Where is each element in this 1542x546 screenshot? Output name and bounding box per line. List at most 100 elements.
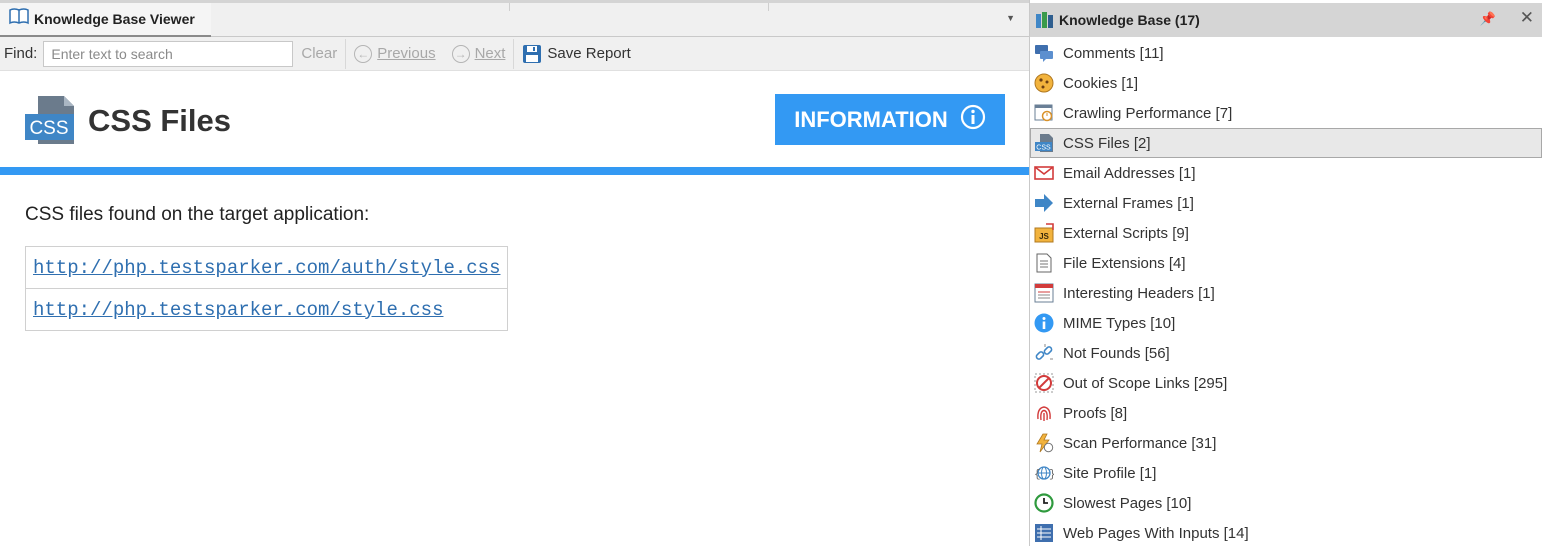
list-item-label: External Frames [1] (1063, 194, 1194, 212)
viewer-tabbar: Knowledge Base Viewer ▼ (0, 0, 1029, 37)
severity-label: INFORMATION (794, 106, 948, 132)
find-label: Find: (4, 45, 38, 62)
list-item-css-files[interactable]: CSS CSS Files [2] (1030, 128, 1542, 158)
list-item-slowest-pages[interactable]: Slowest Pages [10] (1030, 488, 1542, 518)
save-report-label: Save Report (547, 45, 631, 62)
lightning-icon (1033, 432, 1055, 454)
list-item-interesting-headers[interactable]: Interesting Headers [1] (1030, 278, 1542, 308)
form-icon (1033, 522, 1055, 544)
table-row: http://php.testsparker.com/style.css (24, 288, 509, 331)
list-item-label: Comments [11] (1063, 44, 1164, 62)
clear-button[interactable]: Clear (293, 37, 345, 70)
css-icon-text: CSS (29, 118, 68, 139)
table-row: http://php.testsparker.com/auth/style.cs… (24, 246, 509, 289)
books-icon (1035, 11, 1055, 29)
info-circle-icon (960, 104, 986, 136)
previous-button[interactable]: ← Previous (346, 37, 443, 70)
list-item-cookies[interactable]: Cookies [1] (1030, 68, 1542, 98)
list-item-label: Email Addresses [1] (1063, 164, 1196, 182)
list-item-proofs[interactable]: Proofs [8] (1030, 398, 1542, 428)
next-button[interactable]: → Next (444, 37, 514, 70)
css-url-table: http://php.testsparker.com/auth/style.cs… (24, 246, 509, 331)
panel-title: Knowledge Base (17) (1059, 12, 1200, 28)
css-file-icon: CSS (24, 95, 76, 150)
book-icon (9, 8, 29, 30)
tab-title: Knowledge Base Viewer (34, 11, 195, 27)
css-url-link[interactable]: http://php.testsparker.com/style.css (33, 299, 443, 321)
report-header: CSS CSS Files INFORMATION (0, 71, 1029, 167)
svg-text:CSS: CSS (1036, 145, 1051, 152)
arrow-right-icon (1033, 192, 1055, 214)
list-item-mime-types[interactable]: MIME Types [10] (1030, 308, 1542, 338)
list-item-comments[interactable]: Comments [11] (1030, 38, 1542, 68)
panel-header: Knowledge Base (17) 📌 ✕ (1030, 3, 1542, 37)
find-toolbar: Find: Clear ← Previous → Next (0, 37, 1029, 71)
list-item-label: Scan Performance [31] (1063, 434, 1217, 452)
table-cell: http://php.testsparker.com/auth/style.cs… (24, 246, 509, 289)
header-divider (0, 167, 1029, 175)
report-content: CSS files found on the target applicatio… (24, 204, 509, 331)
css-file-icon: CSS (1033, 132, 1055, 154)
previous-label: Previous (377, 45, 436, 62)
list-item-file-extensions[interactable]: File Extensions [4] (1030, 248, 1542, 278)
list-item-scan-performance[interactable]: Scan Performance [31] (1030, 428, 1542, 458)
no-entry-icon (1033, 372, 1055, 394)
svg-text:JS: JS (1039, 232, 1049, 241)
floppy-disk-icon (522, 44, 542, 64)
list-item-site-profile[interactable]: {} Site Profile [1] (1030, 458, 1542, 488)
list-item-email-addresses[interactable]: Email Addresses [1] (1030, 158, 1542, 188)
list-item-label: External Scripts [9] (1063, 224, 1189, 242)
list-item-label: Site Profile [1] (1063, 464, 1157, 482)
page-title: CSS Files (88, 103, 231, 138)
arrow-right-icon: → (451, 44, 470, 63)
list-item-label: Cookies [1] (1063, 74, 1139, 92)
tab-separator (509, 3, 510, 11)
save-report-button[interactable]: Save Report (514, 37, 638, 70)
list-item-web-pages-with-inputs[interactable]: Web Pages With Inputs [14] (1030, 518, 1542, 546)
headers-icon (1033, 282, 1055, 304)
tab-separator (768, 3, 769, 11)
list-item-external-frames[interactable]: External Frames [1] (1030, 188, 1542, 218)
comments-icon (1033, 42, 1055, 64)
fingerprint-icon (1033, 402, 1055, 424)
svg-text:}: } (1049, 469, 1054, 481)
crawling-performance-icon (1033, 102, 1055, 124)
list-item-label: Not Founds [56] (1063, 344, 1170, 362)
list-item-label: Proofs [8] (1063, 404, 1128, 422)
svg-text:{: { (1034, 469, 1041, 481)
css-url-link[interactable]: http://php.testsparker.com/auth/style.cs… (33, 257, 500, 279)
list-item-crawling-performance[interactable]: Crawling Performance [7] (1030, 98, 1542, 128)
list-item-label: Out of Scope Links [295] (1063, 374, 1228, 392)
list-item-label: Interesting Headers [1] (1063, 284, 1215, 302)
close-icon[interactable]: ✕ (1520, 8, 1534, 28)
knowledge-base-panel: Knowledge Base (17) 📌 ✕ Comments [11] Co… (1030, 0, 1542, 546)
knowledge-base-viewer: Knowledge Base Viewer ▼ Find: Clear ← Pr… (0, 0, 1029, 546)
arrow-left-icon: ← (354, 44, 373, 63)
globe-icon: {} (1033, 462, 1055, 484)
list-item-label: MIME Types [10] (1063, 314, 1176, 332)
list-item-external-scripts[interactable]: JS External Scripts [9] (1030, 218, 1542, 248)
clock-icon (1033, 492, 1055, 514)
list-item-not-founds[interactable]: Not Founds [56] (1030, 338, 1542, 368)
list-item-label: File Extensions [4] (1063, 254, 1186, 272)
report-description: CSS files found on the target applicatio… (25, 204, 370, 225)
list-item-label: Web Pages With Inputs [14] (1063, 524, 1249, 542)
info-icon (1033, 312, 1055, 334)
email-icon (1033, 162, 1055, 184)
severity-badge[interactable]: INFORMATION (775, 94, 1005, 145)
cookie-icon (1033, 72, 1055, 94)
broken-link-icon (1033, 342, 1055, 364)
list-item-label: Slowest Pages [10] (1063, 494, 1192, 512)
knowledge-base-list: Comments [11] Cookies [1] Crawling Perfo… (1030, 38, 1542, 546)
list-item-out-of-scope-links[interactable]: Out of Scope Links [295] (1030, 368, 1542, 398)
tab-knowledge-base-viewer[interactable]: Knowledge Base Viewer (0, 3, 211, 37)
table-cell: http://php.testsparker.com/style.css (24, 288, 509, 331)
pin-icon[interactable]: 📌 (1480, 11, 1496, 27)
js-script-icon: JS (1033, 222, 1055, 244)
knowledge-base-app: Knowledge Base Viewer ▼ Find: Clear ← Pr… (0, 0, 1542, 546)
document-icon (1033, 252, 1055, 274)
next-label: Next (474, 45, 506, 62)
tab-dropdown-icon[interactable]: ▼ (1006, 13, 1015, 23)
search-input[interactable] (43, 40, 294, 67)
list-item-label: CSS Files [2] (1063, 134, 1151, 152)
